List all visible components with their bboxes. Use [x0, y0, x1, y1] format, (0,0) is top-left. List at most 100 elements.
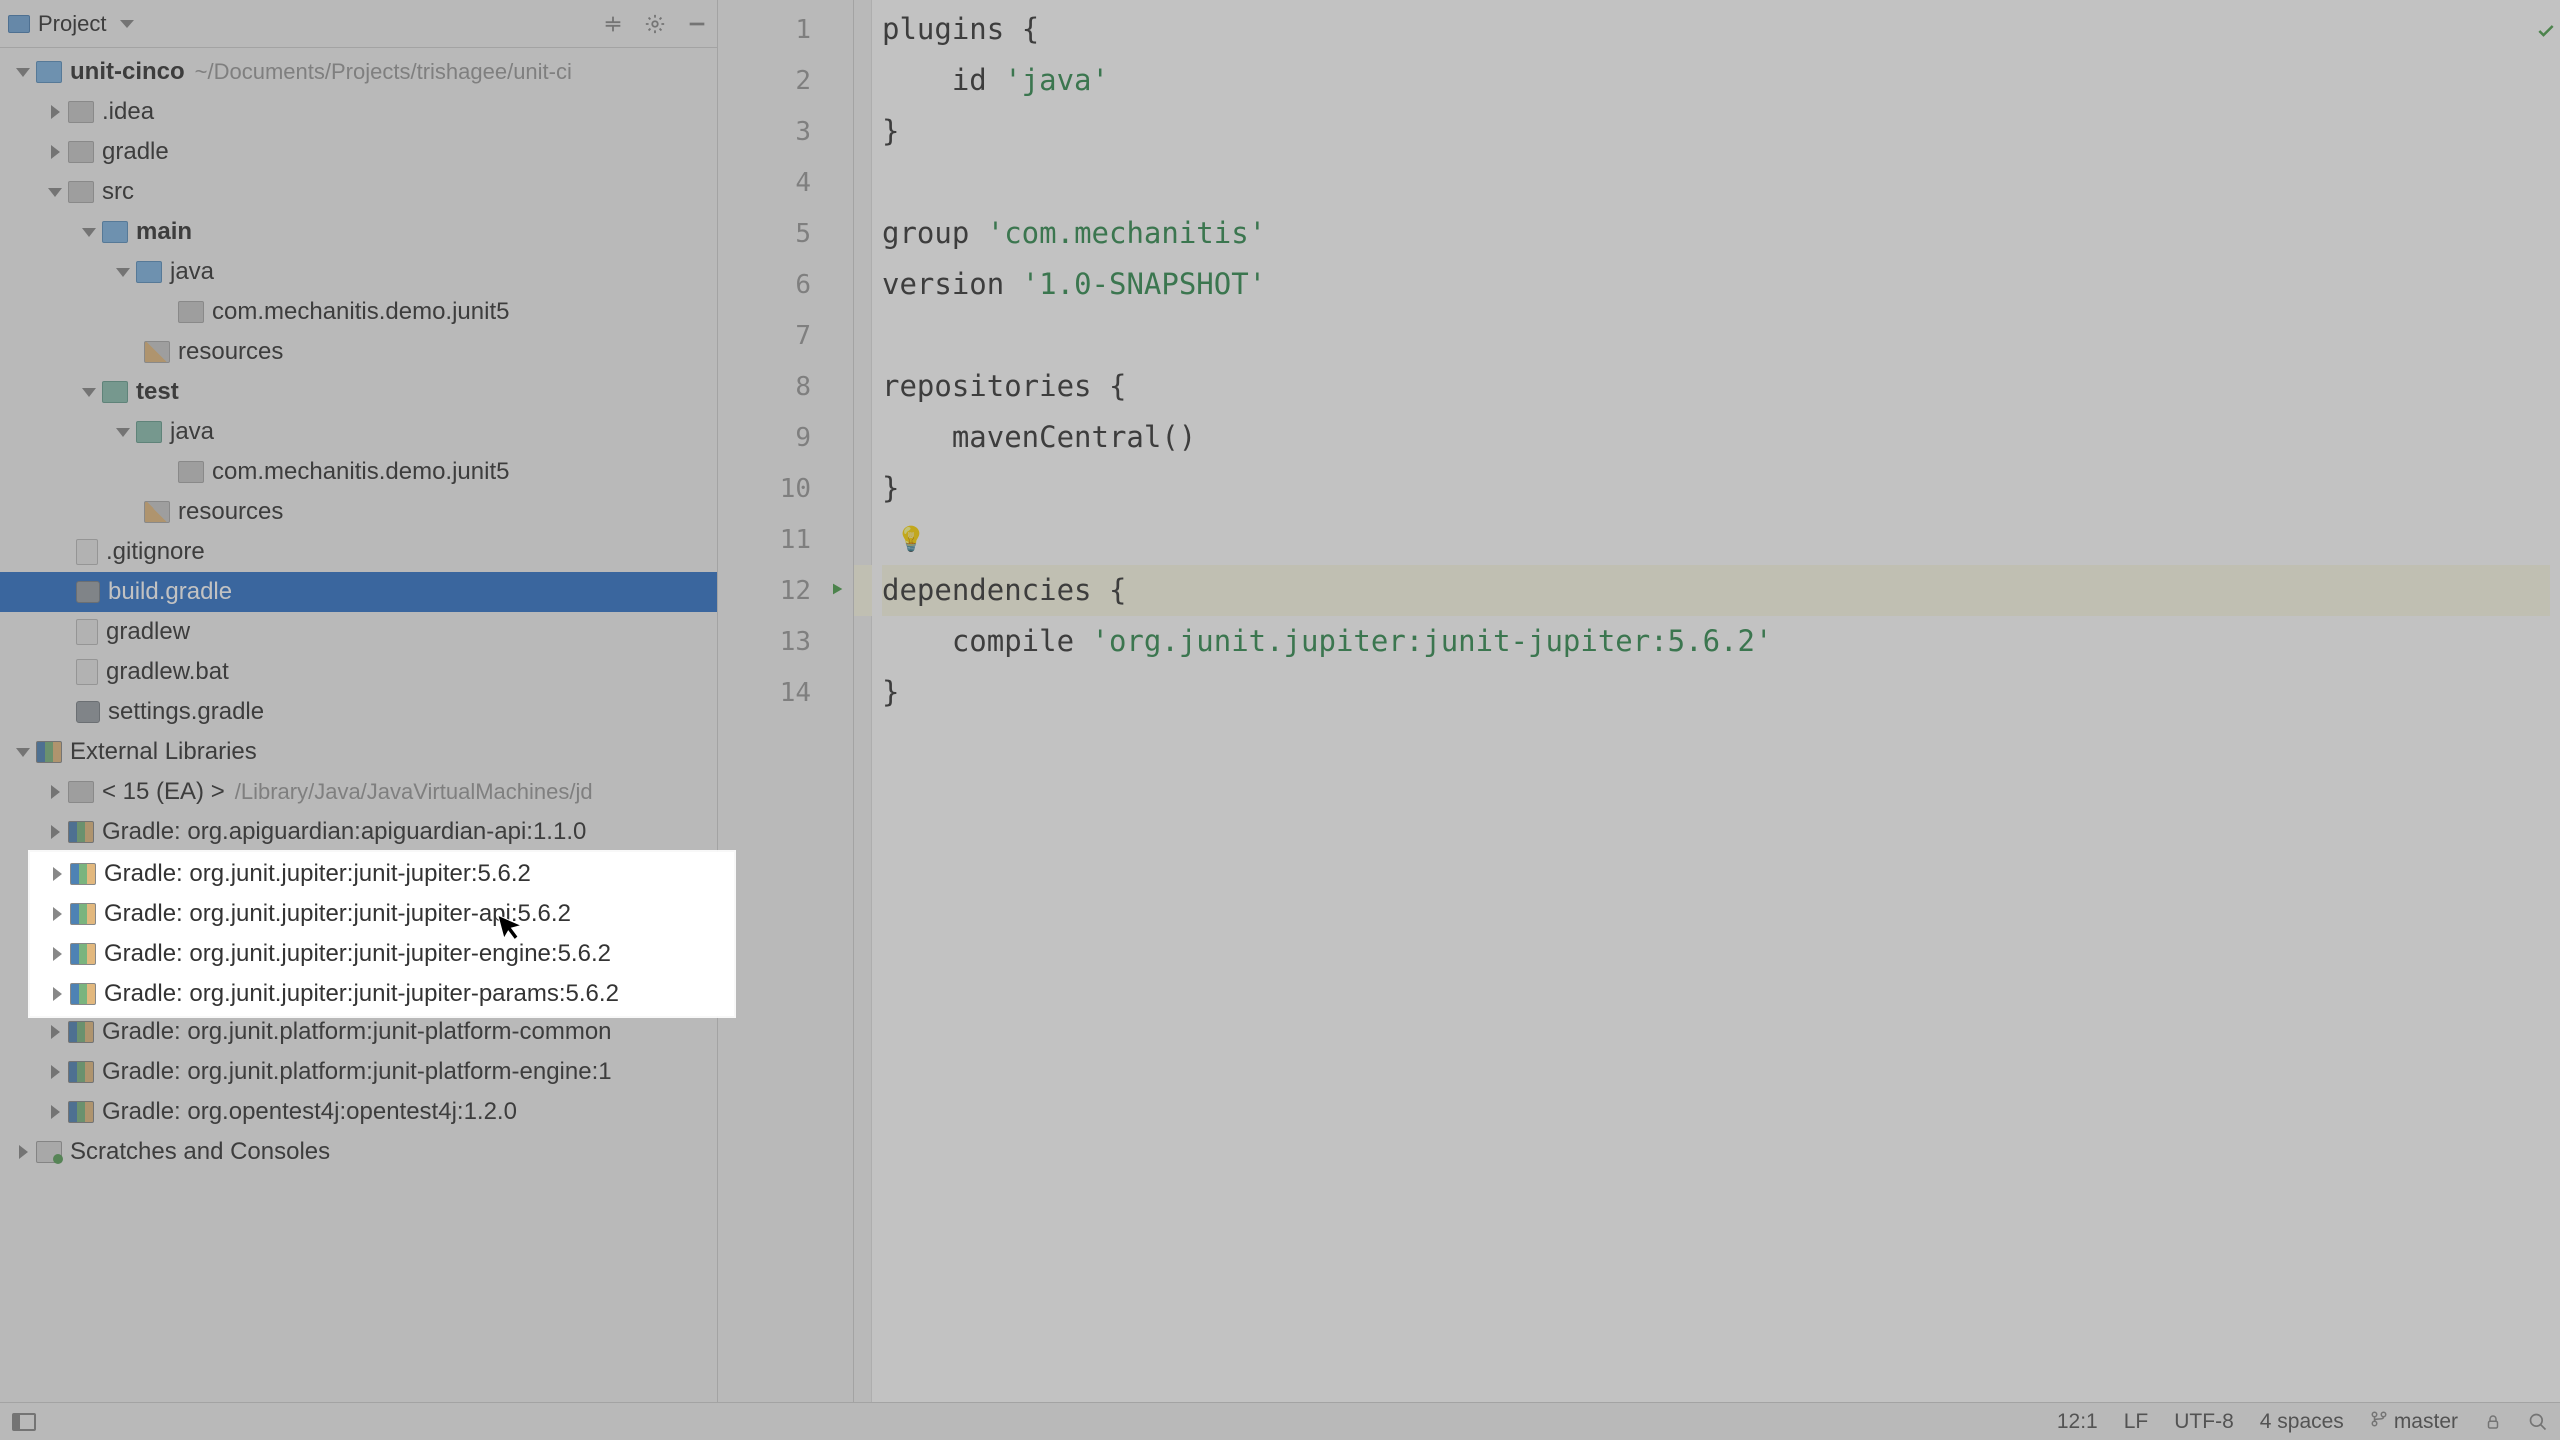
gutter[interactable]: 1234567891011121314 [718, 0, 854, 1402]
tree-node[interactable]: com.mechanitis.demo.junit5 [0, 452, 717, 492]
tree-node[interactable]: java [0, 412, 717, 452]
tree-node[interactable]: Gradle: org.junit.jupiter:junit-jupiter:… [32, 854, 732, 894]
gutter-line[interactable]: 5 [718, 208, 853, 259]
library-icon [70, 863, 96, 885]
folder-icon [68, 101, 94, 123]
project-title[interactable]: Project [38, 11, 106, 37]
tree-node[interactable]: gradle [0, 132, 717, 172]
folder-icon [68, 141, 94, 163]
tree-label: java [170, 418, 214, 446]
code-line[interactable]: plugins { [882, 4, 2550, 55]
folder-icon [68, 181, 94, 203]
tree-node[interactable]: Gradle: org.junit.jupiter:junit-jupiter-… [32, 934, 732, 974]
gutter-line[interactable]: 1 [718, 4, 853, 55]
tree-node[interactable]: Gradle: org.junit.platform:junit-platfor… [0, 1052, 717, 1092]
gutter-line[interactable]: 13 [718, 616, 853, 667]
code-line[interactable]: compile 'org.junit.jupiter:junit-jupiter… [882, 616, 2550, 667]
tree-label: Gradle: org.opentest4j:opentest4j:1.2.0 [102, 1098, 517, 1126]
code-line[interactable] [882, 310, 2550, 361]
project-tree[interactable]: unit-cinco ~/Documents/Projects/trishage… [0, 48, 717, 1402]
tree-node[interactable]: Gradle: org.junit.platform:junit-platfor… [0, 1012, 717, 1052]
intention-bulb-icon[interactable]: 💡 [896, 514, 926, 565]
tree-node[interactable]: Gradle: org.junit.jupiter:junit-jupiter-… [32, 974, 732, 1014]
code-line[interactable]: } [882, 106, 2550, 157]
gutter-line[interactable]: 10 [718, 463, 853, 514]
gradle-file-icon [76, 581, 100, 603]
code-line[interactable]: repositories { [882, 361, 2550, 412]
fold-column[interactable] [854, 0, 872, 1402]
minimize-icon[interactable] [685, 12, 709, 36]
code-line[interactable]: } [882, 667, 2550, 718]
tree-label: < 15 (EA) > [102, 778, 225, 806]
collapse-all-icon[interactable] [601, 12, 625, 36]
tree-node[interactable]: resources [0, 492, 717, 532]
tree-node[interactable]: java [0, 252, 717, 292]
gutter-line[interactable]: 7 [718, 310, 853, 361]
indent[interactable]: 4 spaces [2260, 1410, 2344, 1434]
gutter-line[interactable]: 9 [718, 412, 853, 463]
tree-node[interactable]: Gradle: org.apiguardian:apiguardian-api:… [0, 812, 717, 852]
tree-node[interactable]: settings.gradle [0, 692, 717, 732]
tree-label: Gradle: org.junit.platform:junit-platfor… [102, 1058, 612, 1086]
libraries-icon [36, 741, 62, 763]
gutter-line[interactable]: 11 [718, 514, 853, 565]
gutter-line[interactable]: 12 [718, 565, 853, 616]
tree-node[interactable]: Gradle: org.opentest4j:opentest4j:1.2.0 [0, 1092, 717, 1132]
run-gutter-icon[interactable] [829, 578, 845, 603]
tree-label: gradlew.bat [106, 658, 229, 686]
tree-node[interactable]: gradlew.bat [0, 652, 717, 692]
tree-node-scratches[interactable]: Scratches and Consoles [0, 1132, 717, 1172]
line-separator[interactable]: LF [2124, 1410, 2149, 1434]
code-line[interactable]: dependencies { [882, 565, 2550, 616]
tree-label: Gradle: org.apiguardian:apiguardian-api:… [102, 818, 586, 846]
code-line[interactable]: group 'com.mechanitis' [882, 208, 2550, 259]
tree-node[interactable]: resources [0, 332, 717, 372]
cursor-position[interactable]: 12:1 [2057, 1410, 2098, 1434]
gutter-line[interactable]: 14 [718, 667, 853, 718]
library-icon [70, 943, 96, 965]
lock-icon[interactable] [2484, 1413, 2502, 1431]
code-line[interactable]: version '1.0-SNAPSHOT' [882, 259, 2550, 310]
scratches-icon [36, 1141, 62, 1163]
zoom-icon[interactable] [2528, 1412, 2548, 1432]
tree-node[interactable]: gradlew [0, 612, 717, 652]
inspection-ok-icon[interactable] [2536, 6, 2556, 26]
tree-node[interactable]: com.mechanitis.demo.junit5 [0, 292, 717, 332]
resources-icon [144, 341, 170, 363]
tree-label: main [136, 218, 192, 246]
tool-windows-icon[interactable] [12, 1413, 36, 1431]
tree-node-root[interactable]: unit-cinco ~/Documents/Projects/trishage… [0, 52, 717, 92]
tree-label: Gradle: org.junit.jupiter:junit-jupiter:… [104, 860, 531, 888]
code-line[interactable]: 💡 [882, 514, 2550, 565]
gear-icon[interactable] [643, 12, 667, 36]
code-line[interactable] [882, 157, 2550, 208]
tree-node[interactable]: src [0, 172, 717, 212]
gutter-line[interactable]: 8 [718, 361, 853, 412]
folder-icon [102, 221, 128, 243]
tree-node-external-libs[interactable]: External Libraries [0, 732, 717, 772]
tree-node-selected[interactable]: build.gradle [0, 572, 717, 612]
tree-node[interactable]: main [0, 212, 717, 252]
tree-node[interactable]: < 15 (EA) > /Library/Java/JavaVirtualMac… [0, 772, 717, 812]
tree-node[interactable]: Gradle: org.junit.jupiter:junit-jupiter-… [32, 894, 732, 934]
encoding[interactable]: UTF-8 [2174, 1410, 2234, 1434]
tree-node[interactable]: .idea [0, 92, 717, 132]
chevron-down-icon[interactable] [120, 20, 134, 28]
code-line[interactable]: } [882, 463, 2550, 514]
gutter-line[interactable]: 3 [718, 106, 853, 157]
code-line[interactable]: mavenCentral() [882, 412, 2550, 463]
tree-node[interactable]: .gitignore [0, 532, 717, 572]
gutter-line[interactable]: 2 [718, 55, 853, 106]
gutter-line[interactable]: 6 [718, 259, 853, 310]
gutter-line[interactable]: 4 [718, 157, 853, 208]
folder-icon [136, 261, 162, 283]
tree-label: External Libraries [70, 738, 257, 766]
package-icon [178, 301, 204, 323]
code-line[interactable]: id 'java' [882, 55, 2550, 106]
library-icon [68, 1061, 94, 1083]
tree-label: build.gradle [108, 578, 232, 606]
code-area[interactable]: plugins { id 'java'} group 'com.mechaniti… [872, 0, 2560, 1402]
tree-node[interactable]: test [0, 372, 717, 412]
git-branch[interactable]: master [2370, 1410, 2458, 1434]
folder-icon [136, 421, 162, 443]
